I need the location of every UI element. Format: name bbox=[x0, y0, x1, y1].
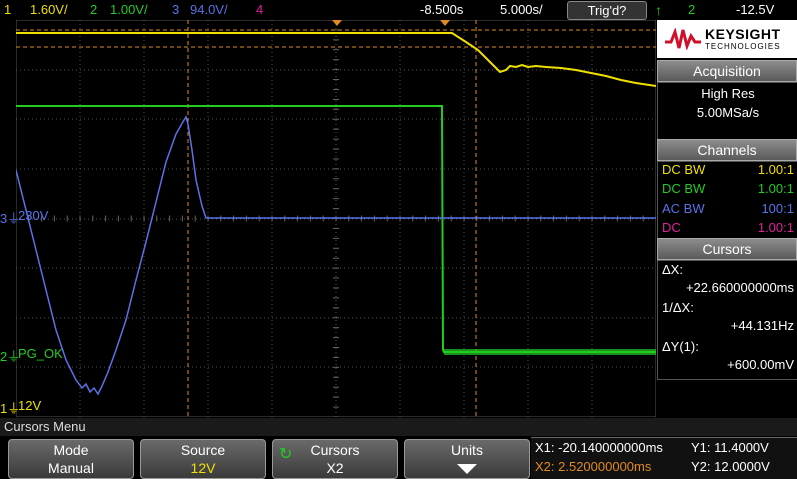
ch3-coupling: AC BW bbox=[662, 201, 705, 216]
acquisition-rate: 5.00MSa/s bbox=[696, 105, 760, 120]
ch1-number[interactable]: 1 bbox=[4, 2, 11, 17]
source-softkey-label: Source bbox=[180, 442, 226, 458]
time-delay[interactable]: -8.500s bbox=[420, 2, 463, 17]
source-softkey-value: 12V bbox=[190, 460, 216, 476]
ch2-probe: 1.00:1 bbox=[757, 181, 794, 196]
delta-x-value: +22.660000000ms bbox=[685, 280, 794, 295]
trigger-source[interactable]: 2 bbox=[688, 2, 695, 17]
brand-logo: KEYSIGHT TECHNOLOGIES bbox=[657, 20, 797, 58]
cursors-softkey-value: X2 bbox=[326, 460, 344, 476]
keysight-wave-icon bbox=[665, 28, 701, 50]
menu-title-bar: Cursors Menu bbox=[0, 418, 797, 436]
trigger-status[interactable]: Trig'd? bbox=[567, 1, 647, 20]
channels-box: DC BW 1.00:1 DC BW 1.00:1 AC BW 100:1 DC… bbox=[657, 161, 797, 241]
arrow-down-icon bbox=[457, 464, 477, 474]
waveform-canvas bbox=[15, 19, 657, 418]
ch2-coupling: DC BW bbox=[662, 181, 706, 196]
acquisition-header[interactable]: Acquisition bbox=[657, 60, 797, 82]
status-bar: 1 1.60V/ 2 1.00V/ 3 94.0V/ 4 -8.500s 5.0… bbox=[0, 0, 797, 20]
y1-readout: Y1: 11.4000V bbox=[691, 440, 769, 455]
time-scale[interactable]: 5.000s/ bbox=[500, 2, 543, 17]
cursors-header[interactable]: Cursors bbox=[657, 238, 797, 260]
acquisition-box: High Res 5.00MSa/s bbox=[657, 82, 797, 140]
mode-softkey-value: Manual bbox=[48, 460, 94, 476]
trigger-position-marker bbox=[440, 20, 450, 26]
y2-readout: Y2: 12.0000V bbox=[691, 459, 770, 474]
units-softkey[interactable]: Units bbox=[404, 439, 530, 479]
x2-readout: X2: 2.520000000ms bbox=[535, 459, 652, 474]
ch2-waveform bbox=[16, 105, 656, 353]
ch3-scale[interactable]: 94.0V/ bbox=[190, 2, 228, 17]
delta-y-value: +600.00mV bbox=[727, 357, 794, 372]
brand-name: KEYSIGHT bbox=[705, 26, 781, 42]
cursor-readout: X1: -20.140000000ms Y1: 11.4000V X2: 2.5… bbox=[531, 437, 797, 479]
channels-header[interactable]: Channels bbox=[657, 139, 797, 161]
mode-softkey[interactable]: Mode Manual bbox=[8, 439, 134, 479]
trigger-edge-icon: ↑ bbox=[655, 2, 662, 18]
delta-x-label: ΔX: bbox=[662, 262, 683, 277]
ch1-probe: 1.00:1 bbox=[757, 162, 794, 177]
ch2-scale[interactable]: 1.00V/ bbox=[110, 2, 148, 17]
cursors-softkey[interactable]: ↻ Cursors X2 bbox=[272, 439, 398, 479]
mode-softkey-label: Mode bbox=[53, 442, 89, 458]
ch2-label: PG_OK bbox=[18, 346, 63, 361]
units-softkey-label: Units bbox=[451, 442, 483, 458]
trigger-level[interactable]: -12.5V bbox=[736, 2, 774, 17]
ch1-scale[interactable]: 1.60V/ bbox=[30, 2, 68, 17]
acquisition-mode: High Res bbox=[701, 86, 755, 101]
brand-sub: TECHNOLOGIES bbox=[705, 42, 781, 51]
ch2-noise-band bbox=[444, 349, 656, 355]
ch1-label: 12V bbox=[18, 398, 42, 413]
source-softkey[interactable]: Source 12V bbox=[140, 439, 266, 479]
ch2-number[interactable]: 2 bbox=[90, 2, 97, 17]
side-panel: KEYSIGHT TECHNOLOGIES Acquisition High R… bbox=[657, 20, 797, 418]
x1-readout: X1: -20.140000000ms bbox=[535, 440, 663, 455]
delta-y-label: ΔY(1): bbox=[662, 339, 699, 354]
inverse-delta-x-value: +44.131Hz bbox=[730, 318, 794, 333]
ch4-coupling: DC bbox=[662, 220, 681, 235]
ch4-number[interactable]: 4 bbox=[256, 2, 263, 17]
cursors-box: ΔX: +22.660000000ms 1/ΔX: +44.131Hz ΔY(1… bbox=[657, 260, 797, 380]
menu-title: Cursors Menu bbox=[4, 419, 86, 434]
cursors-softkey-label: Cursors bbox=[310, 442, 360, 458]
waveform-display[interactable]: 3⏚ 230V 2⏚ PG_OK 1⏚ 12V bbox=[0, 19, 657, 418]
ch3-probe: 100:1 bbox=[761, 201, 794, 216]
inverse-delta-x-label: 1/ΔX: bbox=[662, 300, 694, 315]
ch3-number[interactable]: 3 bbox=[172, 2, 179, 17]
ch3-label: 230V bbox=[18, 208, 49, 223]
ch1-coupling: DC BW bbox=[662, 162, 706, 177]
time-reference-marker bbox=[332, 20, 342, 26]
ch4-probe: 1.00:1 bbox=[757, 220, 794, 235]
